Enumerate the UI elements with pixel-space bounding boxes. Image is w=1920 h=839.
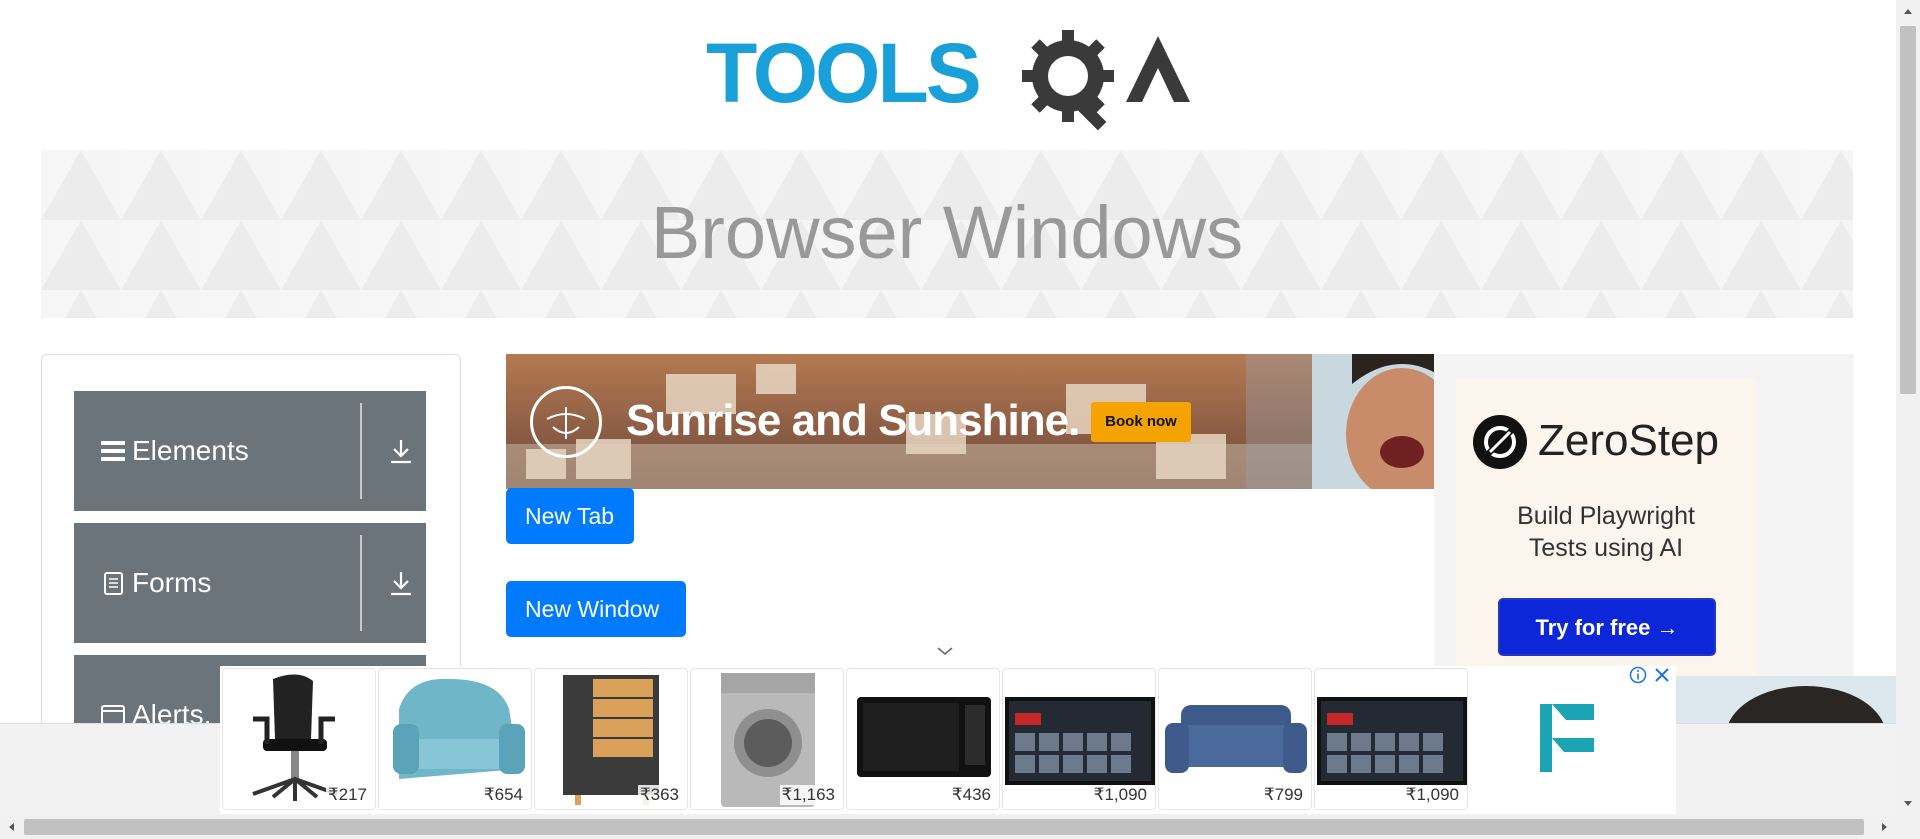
product-microwave[interactable]: ₹436: [846, 668, 1000, 810]
bottom-product-advertisement[interactable]: ₹217 ₹654 ₹363 ₹1,163 ₹436 ₹1,090 ₹799 ₹…: [220, 666, 1676, 814]
ad-close-icon[interactable]: [1653, 666, 1671, 684]
ad-person-photo: [1676, 676, 1896, 723]
product-drawer-cabinet[interactable]: ₹363: [534, 668, 688, 810]
book-now-button[interactable]: Book now: [1091, 402, 1191, 442]
brand-logo-icon[interactable]: [1538, 702, 1600, 774]
sidebar-item-label: Elements: [132, 435, 249, 466]
try-for-free-button[interactable]: Try for free →: [1498, 598, 1716, 656]
ad-headline: Sunrise and Sunshine.: [626, 396, 1080, 445]
hamburger-icon: [101, 441, 125, 461]
scroll-up-arrow-icon[interactable]: [1900, 4, 1916, 20]
scroll-right-arrow-icon[interactable]: [1876, 819, 1892, 835]
sidebar-item-label: Forms: [132, 567, 212, 598]
product-price: ₹363: [637, 785, 681, 805]
product-price: ₹1,163: [779, 785, 837, 805]
scroll-left-arrow-icon[interactable]: [4, 819, 20, 835]
airline-crane-logo: [530, 386, 602, 458]
page-title: Browser Windows: [650, 191, 1244, 274]
zerostep-logo-icon: [1473, 415, 1527, 469]
zerostep-tagline: Build Playwright Tests using AI: [1456, 500, 1756, 564]
product-smart-tv[interactable]: ₹1,090: [1002, 668, 1156, 810]
page-viewport: TOOLS Browser Windows Elements Forms Ale…: [0, 0, 1896, 815]
vertical-scroll-thumb[interactable]: [1900, 26, 1916, 394]
product-price: ₹799: [1261, 785, 1305, 805]
svg-text:TOOLS: TOOLS: [706, 26, 979, 120]
sidebar-item-elements[interactable]: Elements: [74, 391, 426, 511]
download-icon[interactable]: [389, 437, 413, 465]
horizontal-scroll-thumb[interactable]: [24, 819, 1864, 835]
divider: [360, 403, 362, 499]
vertical-scrollbar[interactable]: [1896, 0, 1920, 815]
ad-child-photo: [1312, 354, 1434, 489]
product-washing-machine[interactable]: ₹1,163: [690, 668, 844, 810]
sidebar-item-forms[interactable]: Forms: [74, 523, 426, 643]
toolsqa-logo[interactable]: TOOLS: [706, 22, 1192, 134]
product-price: ₹1,090: [1403, 785, 1461, 805]
product-sofa[interactable]: ₹799: [1158, 668, 1312, 810]
product-smart-tv-2[interactable]: ₹1,090: [1314, 668, 1468, 810]
zerostep-brand: ZeroStep: [1538, 416, 1719, 465]
new-window-button[interactable]: New Window: [506, 581, 686, 637]
divider: [360, 535, 362, 631]
new-tab-button[interactable]: New Tab: [506, 488, 634, 544]
download-icon[interactable]: [389, 569, 413, 597]
page-banner: Browser Windows: [41, 150, 1853, 318]
product-price: ₹217: [325, 785, 369, 805]
top-advertisement[interactable]: Sunrise and Sunshine. Book now: [506, 354, 1434, 489]
document-icon: [104, 572, 123, 595]
product-recliner[interactable]: ₹654: [378, 668, 532, 810]
horizontal-scrollbar[interactable]: [0, 815, 1920, 839]
product-price: ₹654: [481, 785, 525, 805]
tagline-line-1: Build Playwright: [1517, 502, 1695, 530]
chevron-down-icon[interactable]: [935, 644, 955, 658]
ad-info-icon[interactable]: [1629, 666, 1647, 684]
product-price: ₹1,090: [1091, 785, 1149, 805]
product-price: ₹436: [949, 785, 993, 805]
tagline-line-2: Tests using AI: [1528, 534, 1684, 562]
scroll-down-arrow-icon[interactable]: [1900, 795, 1916, 811]
product-office-chair[interactable]: ₹217: [222, 668, 376, 810]
